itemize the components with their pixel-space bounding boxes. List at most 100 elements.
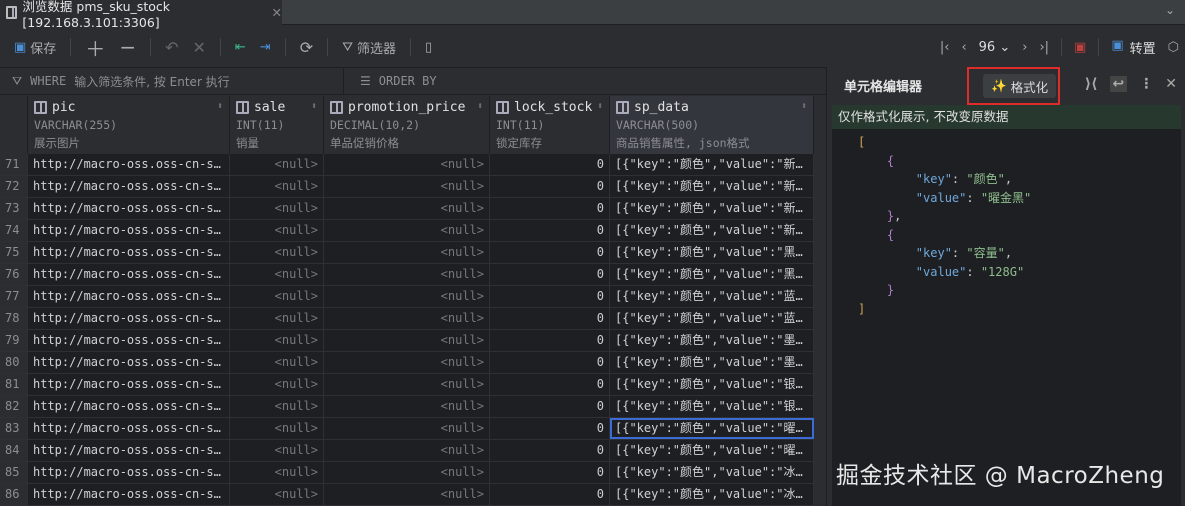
cell-pic[interactable]: http://macro-oss.oss-cn-s… [28, 264, 230, 285]
undo-button[interactable]: ↶ [165, 38, 178, 57]
cell-pic[interactable]: http://macro-oss.oss-cn-s… [28, 308, 230, 329]
table-row[interactable]: 73 http://macro-oss.oss-cn-s… <null> <null>… [0, 198, 814, 220]
prev-page-icon[interactable]: ‹ [961, 40, 966, 55]
cell-promotion-price[interactable]: <null> [324, 286, 490, 307]
cell-sale[interactable]: <null> [230, 242, 324, 263]
column-header-sale[interactable]: sale INT(11) 销量 ⬍ [230, 96, 324, 154]
cell-sale[interactable]: <null> [230, 220, 324, 241]
cell-promotion-price[interactable]: <null> [324, 418, 490, 439]
column-header-pic[interactable]: pic VARCHAR(255) 展示图片 ⬍ [28, 96, 230, 154]
table-row[interactable]: 81 http://macro-oss.oss-cn-s… <null> <null>… [0, 374, 814, 396]
cell-sale[interactable]: <null> [230, 484, 324, 505]
cell-sale[interactable]: <null> [230, 176, 324, 197]
cell-sp-data[interactable]: [{"key":"颜色","value":"冰… [610, 462, 814, 483]
sort-icon[interactable]: ⬍ [311, 101, 317, 112]
chevron-down-icon[interactable]: ⌄ [1165, 3, 1175, 17]
cell-pic[interactable]: http://macro-oss.oss-cn-s… [28, 220, 230, 241]
cell-pic[interactable]: http://macro-oss.oss-cn-s… [28, 176, 230, 197]
cell-pic[interactable]: http://macro-oss.oss-cn-s… [28, 462, 230, 483]
cell-pic[interactable]: http://macro-oss.oss-cn-s… [28, 242, 230, 263]
cell-pic[interactable]: http://macro-oss.oss-cn-s… [28, 440, 230, 461]
save-button[interactable]: ▣ 保存 [14, 38, 56, 57]
cell-pic[interactable]: http://macro-oss.oss-cn-s… [28, 352, 230, 373]
cell-lock-stock[interactable]: 0 [490, 154, 610, 175]
cell-sp-data[interactable]: [{"key":"颜色","value":"蓝… [610, 308, 814, 329]
last-page-icon[interactable]: ›| [1039, 40, 1049, 55]
more-icon[interactable]: ⋮ [1139, 76, 1153, 92]
table-row[interactable]: 71 http://macro-oss.oss-cn-s… <null> <null>… [0, 154, 814, 176]
cell-lock-stock[interactable]: 0 [490, 330, 610, 351]
cell-promotion-price[interactable]: <null> [324, 176, 490, 197]
cell-lock-stock[interactable]: 0 [490, 198, 610, 219]
cell-sale[interactable]: <null> [230, 396, 324, 417]
json-editor[interactable]: 仅作格式化展示, 不改变原数据 [ { "key": "颜色", "value"… [832, 105, 1181, 506]
cell-sale[interactable]: <null> [230, 286, 324, 307]
transpose-button[interactable]: ▣ 转置 [1111, 38, 1155, 57]
cell-sp-data[interactable]: [{"key":"颜色","value":"墨… [610, 352, 814, 373]
cell-sp-data[interactable]: [{"key":"颜色","value":"银… [610, 396, 814, 417]
cell-promotion-price[interactable]: <null> [324, 374, 490, 395]
column-header-lock_stock[interactable]: lock_stock INT(11) 锁定库存 ⬍ [490, 96, 610, 154]
add-row-button[interactable]: ＋ [85, 33, 105, 62]
cell-promotion-price[interactable]: <null> [324, 220, 490, 241]
table-row[interactable]: 86 http://macro-oss.oss-cn-s… <null> <null>… [0, 484, 814, 506]
cancel-button[interactable]: ✕ [192, 38, 205, 57]
cell-sp-data[interactable]: [{"key":"颜色","value":"黑… [610, 242, 814, 263]
table-row[interactable]: 74 http://macro-oss.oss-cn-s… <null> <null>… [0, 220, 814, 242]
cell-pic[interactable]: http://macro-oss.oss-cn-s… [28, 330, 230, 351]
table-row[interactable]: 82 http://macro-oss.oss-cn-s… <null> <null>… [0, 396, 814, 418]
cell-promotion-price[interactable]: <null> [324, 440, 490, 461]
cell-sale[interactable]: <null> [230, 462, 324, 483]
cell-sale[interactable]: <null> [230, 330, 324, 351]
cell-lock-stock[interactable]: 0 [490, 396, 610, 417]
cell-pic[interactable]: http://macro-oss.oss-cn-s… [28, 374, 230, 395]
wrap-icon[interactable]: ↩ [1109, 76, 1128, 92]
cell-lock-stock[interactable]: 0 [490, 176, 610, 197]
cell-lock-stock[interactable]: 0 [490, 264, 610, 285]
cell-sp-data[interactable]: [{"key":"颜色","value":"新… [610, 198, 814, 219]
table-row[interactable]: 85 http://macro-oss.oss-cn-s… <null> <null>… [0, 462, 814, 484]
cell-lock-stock[interactable]: 0 [490, 220, 610, 241]
refresh-button[interactable]: ⟳ [300, 38, 313, 57]
map-view-button[interactable]: ▯ [425, 40, 432, 55]
cell-promotion-price[interactable]: <null> [324, 264, 490, 285]
cell-pic[interactable]: http://macro-oss.oss-cn-s… [28, 286, 230, 307]
table-row[interactable]: 78 http://macro-oss.oss-cn-s… <null> <null>… [0, 308, 814, 330]
import-button[interactable]: ⇤ [235, 40, 246, 55]
delete-row-button[interactable]: − [119, 35, 136, 59]
table-row[interactable]: 83 http://macro-oss.oss-cn-s… <null> <null>… [0, 418, 814, 440]
table-row[interactable]: 75 http://macro-oss.oss-cn-s… <null> <null>… [0, 242, 814, 264]
cell-promotion-price[interactable]: <null> [324, 484, 490, 505]
close-tab-icon[interactable]: ✕ [272, 5, 282, 20]
where-input[interactable]: ⛛ WHERE 输入筛选条件, 按 Enter 执行 [0, 68, 344, 94]
next-page-icon[interactable]: › [1022, 40, 1027, 55]
cell-sale[interactable]: <null> [230, 418, 324, 439]
cell-sp-data[interactable]: [{"key":"颜色","value":"新… [610, 220, 814, 241]
cell-promotion-price[interactable]: <null> [324, 352, 490, 373]
cell-pic[interactable]: http://macro-oss.oss-cn-s… [28, 418, 230, 439]
table-row[interactable]: 76 http://macro-oss.oss-cn-s… <null> <null>… [0, 264, 814, 286]
cell-lock-stock[interactable]: 0 [490, 352, 610, 373]
filter-button[interactable]: ⛛ 筛选器 [342, 38, 396, 57]
cell-sp-data[interactable]: [{"key":"颜色","value":"墨… [610, 330, 814, 351]
compress-icon[interactable]: ⟩⟨ [1085, 76, 1098, 92]
tab-browse-data[interactable]: 浏览数据 pms_sku_stock [192.168.3.101:3306] … [0, 0, 282, 30]
cell-sp-data[interactable]: [{"key":"颜色","value":"曜… [610, 418, 814, 439]
cell-sale[interactable]: <null> [230, 440, 324, 461]
table-row[interactable]: 72 http://macro-oss.oss-cn-s… <null> <null>… [0, 176, 814, 198]
cell-sale[interactable]: <null> [230, 374, 324, 395]
cell-lock-stock[interactable]: 0 [490, 440, 610, 461]
cell-sp-data[interactable]: [{"key":"颜色","value":"银… [610, 374, 814, 395]
column-header-promotion_price[interactable]: promotion_price DECIMAL(10,2) 单品促销价格 ⬍ [324, 96, 490, 154]
close-panel-icon[interactable]: ✕ [1165, 76, 1177, 92]
table-row[interactable]: 77 http://macro-oss.oss-cn-s… <null> <null>… [0, 286, 814, 308]
cell-sale[interactable]: <null> [230, 352, 324, 373]
cell-sp-data[interactable]: [{"key":"颜色","value":"黑… [610, 264, 814, 285]
settings-icon[interactable]: ⬡ [1168, 40, 1179, 55]
cell-pic[interactable]: http://macro-oss.oss-cn-s… [28, 154, 230, 175]
cell-lock-stock[interactable]: 0 [490, 418, 610, 439]
cell-promotion-price[interactable]: <null> [324, 462, 490, 483]
sort-icon[interactable]: ⬍ [597, 101, 603, 112]
cell-lock-stock[interactable]: 0 [490, 462, 610, 483]
cell-promotion-price[interactable]: <null> [324, 242, 490, 263]
